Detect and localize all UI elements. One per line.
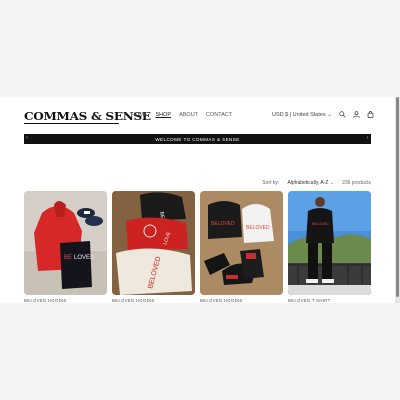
currency-selector[interactable]: USD $ | United States ⌄ xyxy=(272,112,332,118)
nav-home[interactable]: HOME xyxy=(131,112,148,118)
product-card[interactable]: BELOVED BELOVED T-SHIRT xyxy=(288,191,371,303)
product-grid: BE LOVED BELOVED HOODIE BELOVED L xyxy=(24,191,371,303)
page-scrollbar[interactable] xyxy=(395,97,400,303)
header-actions: USD $ | United States ⌄ xyxy=(272,111,374,118)
product-title[interactable]: BELOVED HOODIE xyxy=(112,298,195,303)
product-image[interactable]: BE LOVED xyxy=(24,191,107,295)
chevron-down-icon: ⌄ xyxy=(327,111,332,118)
cart-icon[interactable] xyxy=(367,111,374,118)
svg-text:BE: BE xyxy=(64,255,72,261)
nav-contact[interactable]: CONTACT xyxy=(206,112,232,118)
currency-label: USD $ | United States xyxy=(272,111,326,118)
scrollbar-thumb[interactable] xyxy=(396,97,399,297)
chevron-down-icon: ⌄ xyxy=(329,180,335,186)
nav-shop[interactable]: SHOP xyxy=(156,112,172,118)
search-icon[interactable] xyxy=(339,111,346,118)
product-title[interactable]: BELOVED T-SHIRT xyxy=(288,298,371,303)
account-icon[interactable] xyxy=(353,111,360,118)
sort-label: Sort by: xyxy=(262,180,280,186)
main-nav: HOME SHOP ABOUT CONTACT xyxy=(131,112,232,118)
product-card[interactable]: BELOVED LOVE BELOVED BELOVED HOODIE xyxy=(112,191,195,303)
collection-toolbar: Sort by: Alphabetically, A-Z ⌄ 236 produ… xyxy=(262,180,371,186)
sort-value: Alphabetically, A-Z xyxy=(287,180,329,186)
browser-viewport: COMMAS & SENSE HOME SHOP ABOUT CONTACT U… xyxy=(0,97,400,303)
svg-text:BELOVED: BELOVED xyxy=(211,221,235,227)
announcement-text: WELCOME TO COMMAS & SENSE xyxy=(155,136,240,142)
logo-underline xyxy=(24,123,119,124)
svg-text:BELOVED: BELOVED xyxy=(312,222,329,226)
nav-about[interactable]: ABOUT xyxy=(179,112,198,118)
svg-text:BELOVED: BELOVED xyxy=(246,225,270,231)
product-image[interactable]: BELOVED xyxy=(288,191,371,295)
product-count: 236 products xyxy=(342,180,371,186)
product-card[interactable]: BELOVED BELOVED BELOVED HOODIE xyxy=(200,191,283,303)
sort-select[interactable]: Alphabetically, A-Z ⌄ xyxy=(287,180,334,186)
announcement-next-icon[interactable]: › xyxy=(367,135,369,141)
announcement-bar: ‹ WELCOME TO COMMAS & SENSE › xyxy=(24,134,371,144)
announcement-prev-icon[interactable]: ‹ xyxy=(26,135,28,141)
product-title[interactable]: BELOVED HOODIE xyxy=(24,298,107,303)
product-title[interactable]: BELOVED HOODIE xyxy=(200,298,283,303)
svg-text:LOVED: LOVED xyxy=(74,255,95,261)
site-header: COMMAS & SENSE HOME SHOP ABOUT CONTACT U… xyxy=(0,97,395,134)
product-image[interactable]: BELOVED LOVE BELOVED xyxy=(112,191,195,295)
product-image[interactable]: BELOVED BELOVED xyxy=(200,191,283,295)
product-card[interactable]: BE LOVED BELOVED HOODIE xyxy=(24,191,107,303)
